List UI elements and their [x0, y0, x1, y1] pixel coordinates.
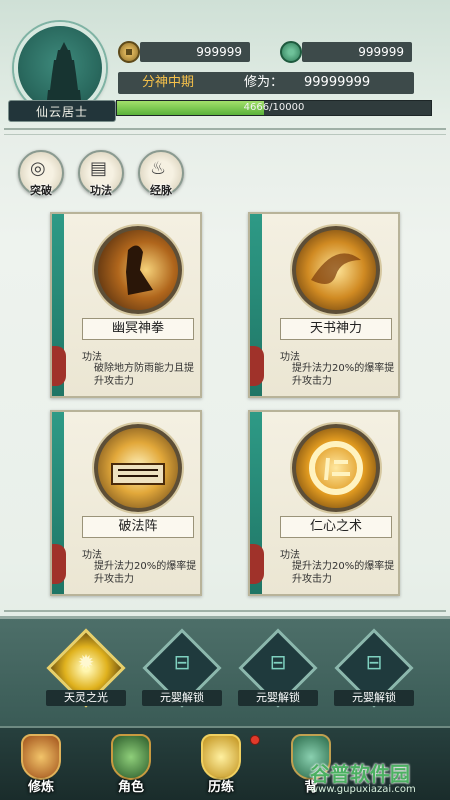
skill-card[interactable]: 仁心之术 功法 提升法力20%的爆率提升攻击力 — [248, 410, 400, 596]
cultivation-value: 99999999 — [304, 75, 371, 90]
skill-name: 仁心之术 — [280, 516, 392, 538]
lock-icon: ⊟ — [173, 650, 191, 674]
skill-type: 功法 — [82, 550, 102, 561]
coin-icon — [118, 41, 140, 63]
site-watermark: 谷普软件园 www.gupuxiazai.com — [310, 758, 450, 800]
golden-swirl-icon — [292, 226, 380, 314]
skill-card[interactable]: 天书神力 功法 提升法力20%的爆率提升攻击力 — [248, 212, 400, 398]
watermark-url: www.gupuxiazai.com — [310, 784, 416, 795]
sun-burst-icon: ✹ — [77, 650, 95, 674]
cultivate-icon — [21, 734, 61, 780]
tab-label: 突破 — [30, 184, 52, 197]
skill-card[interactable]: 破法阵 功法 提升法力20%的爆率提升攻击力 — [50, 410, 202, 596]
ren-rune-icon — [292, 424, 380, 512]
ability-label: 天灵之光 — [46, 690, 126, 706]
fist-warrior-icon — [94, 226, 182, 314]
realm-bar: 分神中期 修为： 99999999 — [118, 72, 414, 94]
skill-name: 幽冥神拳 — [82, 318, 194, 340]
nav-adventure[interactable]: 历练 — [186, 730, 256, 800]
lock-icon: ⊟ — [269, 650, 287, 674]
progress-text: 4666/10000 — [243, 102, 305, 113]
scroll-formation-icon — [94, 424, 182, 512]
player-header: 仙云居士 999999 999999 分神中期 修为： 99999999 466… — [0, 0, 450, 128]
tab-label: 经脉 — [150, 184, 172, 197]
skill-desc: 提升法力20%的爆率提升攻击力 — [292, 363, 395, 387]
nav-label: 历练 — [207, 780, 234, 795]
ability-label: 元婴解锁 — [238, 690, 318, 706]
card-strip — [52, 412, 66, 594]
cultivation-progress: 4666/10000 — [116, 100, 432, 116]
nav-character[interactable]: 角色 — [96, 730, 166, 800]
card-strip — [250, 214, 264, 396]
card-strip — [52, 214, 66, 396]
skill-name: 天书神力 — [280, 318, 392, 340]
jade-icon — [280, 41, 302, 63]
lock-icon: ⊟ — [365, 650, 383, 674]
nav-label: 修炼 — [27, 780, 54, 795]
adventure-icon — [201, 734, 241, 780]
ability-label: 元婴解锁 — [334, 690, 414, 706]
skill-name: 破法阵 — [82, 516, 194, 538]
breakthrough-icon: ◎ — [30, 158, 46, 179]
skill-type: 功法 — [280, 352, 300, 363]
tab-meridian[interactable]: ♨ 经脉 — [138, 150, 184, 197]
skill-desc: 提升法力20%的爆率提升攻击力 — [292, 561, 395, 585]
technique-icon: ▤ — [90, 158, 108, 179]
jade-count: 999999 — [302, 42, 412, 62]
coin-count: 999999 — [140, 42, 250, 62]
watermark-main: 谷普软件园 — [310, 762, 410, 786]
tab-label: 功法 — [90, 184, 112, 197]
skill-card[interactable]: 幽冥神拳 功法 破除地方防雨能力且提升攻击力 — [50, 212, 202, 398]
card-strip — [250, 412, 264, 594]
skill-type: 功法 — [280, 550, 300, 561]
meridian-icon: ♨ — [150, 158, 167, 179]
skill-desc: 破除地方防雨能力且提升攻击力 — [94, 363, 194, 387]
tab-technique[interactable]: ▤ 功法 — [78, 150, 124, 197]
character-icon — [111, 734, 151, 780]
tab-breakthrough[interactable]: ◎ 突破 — [18, 150, 64, 197]
notification-dot — [250, 735, 260, 745]
nav-cultivate[interactable]: 修炼 — [6, 730, 76, 800]
realm-level: 分神中期 — [142, 75, 195, 90]
skill-type: 功法 — [82, 352, 102, 363]
player-name: 仙云居士 — [8, 100, 116, 122]
cultivation-label: 修为： — [244, 75, 284, 90]
skill-desc: 提升法力20%的爆率提升攻击力 — [94, 561, 197, 585]
ability-label: 元婴解锁 — [142, 690, 222, 706]
nav-label: 角色 — [117, 780, 144, 795]
